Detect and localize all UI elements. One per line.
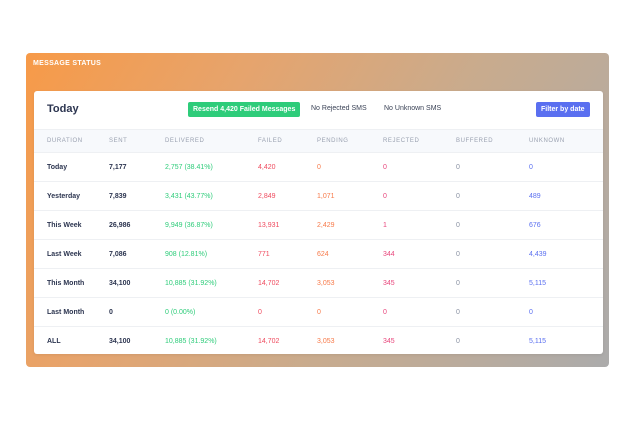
cell-failed: 13,931	[258, 210, 317, 240]
table-row: This Month 34,100 10,885 (31.92%) 14,702…	[34, 268, 603, 298]
header-pending: PENDING	[317, 130, 383, 153]
cell-sent: 34,100	[109, 337, 131, 345]
cell-rejected: 1	[383, 210, 456, 240]
header-duration: DURATION	[34, 130, 109, 153]
cell-pending: 3,053	[317, 268, 383, 298]
cell-unknown: 5,115	[529, 337, 546, 345]
cell-pending: 0	[317, 297, 383, 327]
cell-sent: 7,086	[109, 239, 165, 269]
table-row: ALL 34,100 10,885 (31.92%) 14,702 3,053 …	[34, 327, 603, 356]
header-buffered: BUFFERED	[456, 130, 529, 153]
header-sent: SENT	[109, 130, 165, 153]
panel-title: MESSAGE STATUS	[33, 60, 102, 67]
cell-duration: This Week	[34, 210, 109, 240]
cell-rejected: 345	[383, 268, 456, 298]
cell-pending: 3,053	[317, 337, 335, 345]
cell-unknown: 0	[529, 152, 603, 182]
table-header-row: DURATION SENT DELIVERED FAILED PENDING R…	[34, 130, 603, 153]
cell-duration: Today	[34, 152, 109, 182]
message-status-panel: MESSAGE STATUS Today Resend 4,420 Failed…	[26, 53, 609, 367]
cell-sent: 0	[109, 297, 165, 327]
status-table: DURATION SENT DELIVERED FAILED PENDING R…	[34, 130, 603, 355]
table-row: Yesterday 7,839 3,431 (43.77%) 2,849 1,0…	[34, 181, 603, 211]
cell-buffered: 0	[456, 337, 460, 345]
cell-buffered: 0	[456, 181, 529, 211]
cell-failed: 14,702	[258, 337, 280, 345]
cell-buffered: 0	[456, 210, 529, 240]
card-title: Today	[47, 103, 79, 115]
cell-rejected: 345	[383, 337, 395, 345]
cell-delivered: 10,885 (31.92%)	[165, 337, 217, 345]
cell-buffered: 0	[456, 152, 529, 182]
cell-rejected: 0	[383, 152, 456, 182]
cell-failed: 0	[258, 297, 317, 327]
cell-sent: 26,986	[109, 210, 165, 240]
cell-buffered: 0	[456, 268, 529, 298]
cell-delivered: 9,949 (36.87%)	[165, 210, 258, 240]
cell-delivered: 2,757 (38.41%)	[165, 152, 258, 182]
cell-rejected: 0	[383, 297, 456, 327]
cell-pending: 2,429	[317, 210, 383, 240]
no-rejected-label: No Rejected SMS	[311, 105, 367, 112]
cell-delivered: 10,885 (31.92%)	[165, 268, 258, 298]
header-rejected: REJECTED	[383, 130, 456, 153]
cell-buffered: 0	[456, 297, 529, 327]
header-delivered: DELIVERED	[165, 130, 258, 153]
cell-unknown: 489	[529, 181, 603, 211]
cell-sent: 7,839	[109, 181, 165, 211]
no-unknown-label: No Unknown SMS	[384, 105, 442, 112]
cell-pending: 624	[317, 239, 383, 269]
cell-rejected: 0	[383, 181, 456, 211]
card-header: Today Resend 4,420 Failed Messages No Re…	[34, 91, 603, 130]
cell-unknown: 5,115	[529, 268, 603, 298]
cell-unknown: 0	[529, 297, 603, 327]
cell-failed: 4,420	[258, 152, 317, 182]
cell-duration: Last Week	[34, 239, 109, 269]
cell-duration: Last Month	[34, 297, 109, 327]
cell-duration: ALL	[47, 337, 61, 345]
cell-pending: 0	[317, 152, 383, 182]
table-row: Last Month 0 0 (0.00%) 0 0 0 0 0	[34, 297, 603, 327]
filter-by-date-button[interactable]: Filter by date	[536, 102, 590, 117]
cell-pending: 1,071	[317, 181, 383, 211]
cell-sent: 34,100	[109, 268, 165, 298]
cell-unknown: 676	[529, 210, 603, 240]
resend-failed-button[interactable]: Resend 4,420 Failed Messages	[188, 102, 301, 117]
table-row: This Week 26,986 9,949 (36.87%) 13,931 2…	[34, 210, 603, 240]
cell-duration: Yesterday	[34, 181, 109, 211]
table-row: Today 7,177 2,757 (38.41%) 4,420 0 0 0 0	[34, 152, 603, 182]
cell-rejected: 344	[383, 239, 456, 269]
cell-failed: 2,849	[258, 181, 317, 211]
cell-delivered: 3,431 (43.77%)	[165, 181, 258, 211]
table-row: Last Week 7,086 908 (12.81%) 771 624 344…	[34, 239, 603, 269]
header-failed: FAILED	[258, 130, 317, 153]
status-card: Today Resend 4,420 Failed Messages No Re…	[34, 91, 603, 354]
cell-delivered: 908 (12.81%)	[165, 239, 258, 269]
header-unknown: UNKNOWN	[529, 130, 603, 153]
cell-failed: 14,702	[258, 268, 317, 298]
cell-failed: 771	[258, 239, 317, 269]
cell-buffered: 0	[456, 239, 529, 269]
cell-delivered: 0 (0.00%)	[165, 297, 258, 327]
cell-duration: This Month	[34, 268, 109, 298]
cell-unknown: 4,439	[529, 239, 603, 269]
cell-sent: 7,177	[109, 152, 165, 182]
